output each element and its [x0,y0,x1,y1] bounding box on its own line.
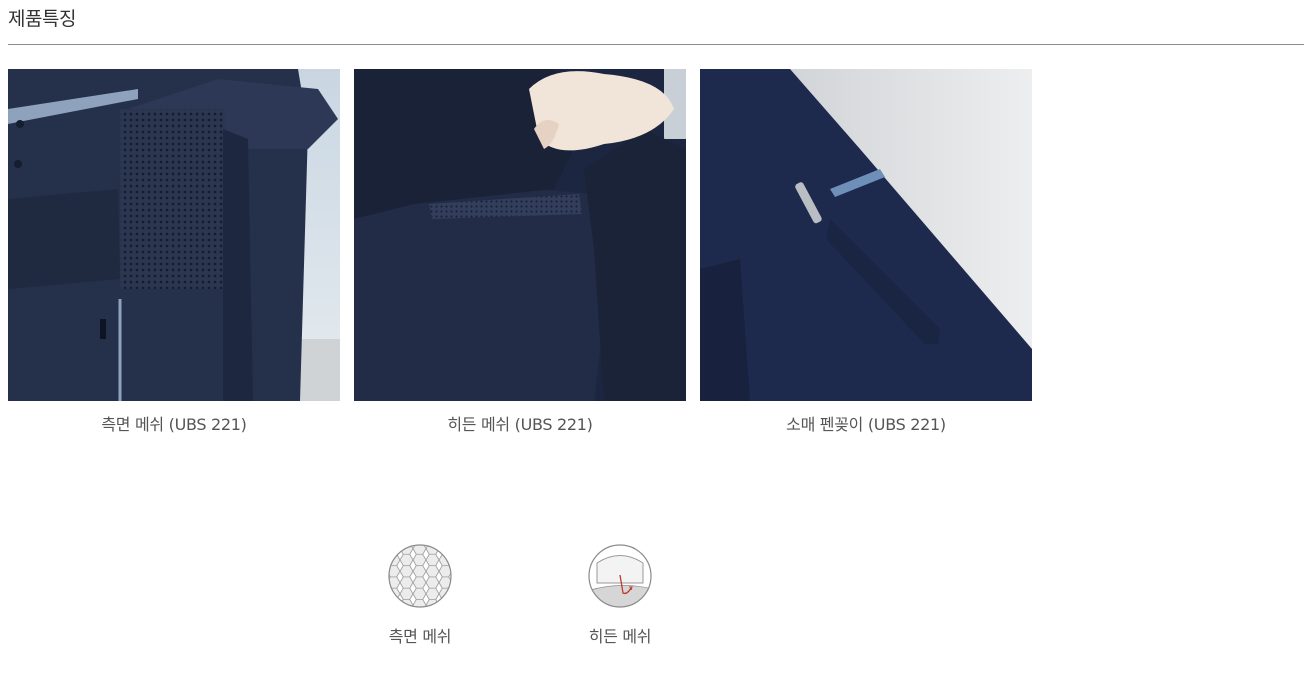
hidden-mesh-label: 히든 메쉬 [588,627,652,646]
hidden-mesh-icon [587,543,653,609]
title-divider [8,44,1304,45]
section-title: 제품특징 [8,8,76,30]
hexagon-mesh-label: 측면 메쉬 [388,627,452,646]
hexagon-mesh-icon [387,543,453,609]
hidden-mesh-photo [354,69,686,401]
side-mesh-caption: 측면 메쉬 (UBS 221) [101,415,247,434]
sleeve-pen-holder-photo [700,69,1032,401]
side-mesh-photo [8,69,340,401]
hidden-mesh-caption: 히든 메쉬 (UBS 221) [447,415,593,434]
sleeve-pen-holder-caption: 소매 펜꽂이 (UBS 221) [786,415,946,434]
